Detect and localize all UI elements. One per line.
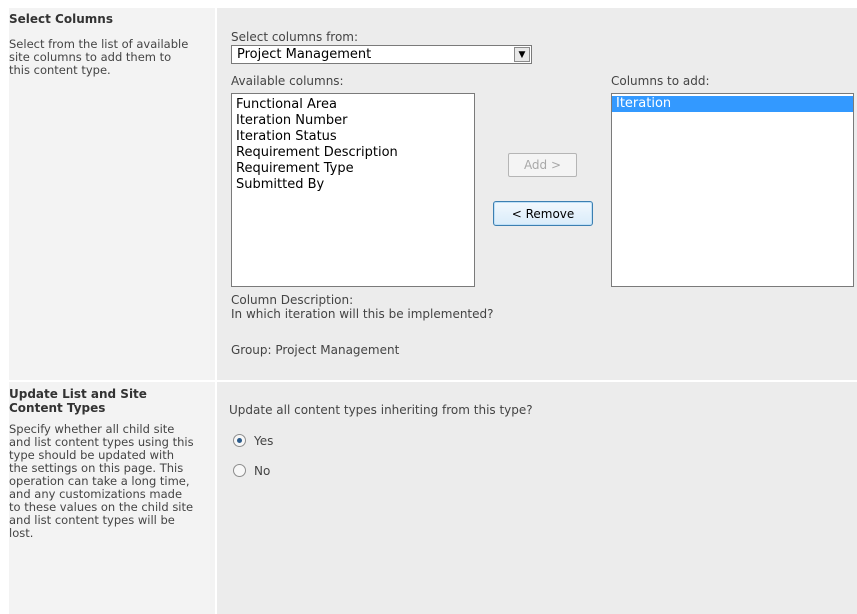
list-item[interactable]: Iteration Status (232, 129, 474, 145)
select-columns-description: Select from the list of available site c… (9, 37, 189, 77)
column-description-text: In which iteration will this be implemen… (231, 307, 494, 321)
available-columns-label: Available columns: (231, 74, 344, 88)
update-types-title-line2: Content Types (9, 401, 106, 415)
no-radio[interactable] (233, 464, 246, 477)
list-item[interactable]: Iteration (612, 96, 853, 112)
columns-to-add-label: Columns to add: (611, 74, 710, 88)
list-item[interactable]: Requirement Type (232, 161, 474, 177)
list-item[interactable]: Functional Area (232, 97, 474, 113)
add-button[interactable]: Add > (508, 153, 577, 177)
list-item[interactable]: Requirement Description (232, 145, 474, 161)
columns-group-select[interactable]: Project Management ▼ (231, 45, 532, 64)
yes-radio[interactable] (233, 434, 246, 447)
list-item[interactable]: Submitted By (232, 177, 474, 193)
columns-group-select-value: Project Management (237, 47, 372, 62)
group-text: Group: Project Management (231, 343, 400, 357)
select-from-label: Select columns from: (231, 30, 359, 44)
no-radio-label[interactable]: No (254, 464, 270, 478)
yes-radio-label[interactable]: Yes (254, 434, 273, 448)
update-types-title-line1: Update List and Site (9, 387, 147, 401)
list-item[interactable]: Iteration Number (232, 113, 474, 129)
column-description-label: Column Description: (231, 293, 354, 307)
remove-button[interactable]: < Remove (493, 201, 593, 226)
available-columns-listbox[interactable]: Functional Area Iteration Number Iterati… (231, 93, 475, 287)
select-columns-title: Select Columns (9, 12, 113, 26)
update-question: Update all content types inheriting from… (229, 403, 533, 417)
update-types-description: Specify whether all child site and list … (9, 422, 194, 540)
chevron-down-icon[interactable]: ▼ (514, 47, 530, 62)
columns-to-add-listbox[interactable]: Iteration (611, 93, 854, 287)
